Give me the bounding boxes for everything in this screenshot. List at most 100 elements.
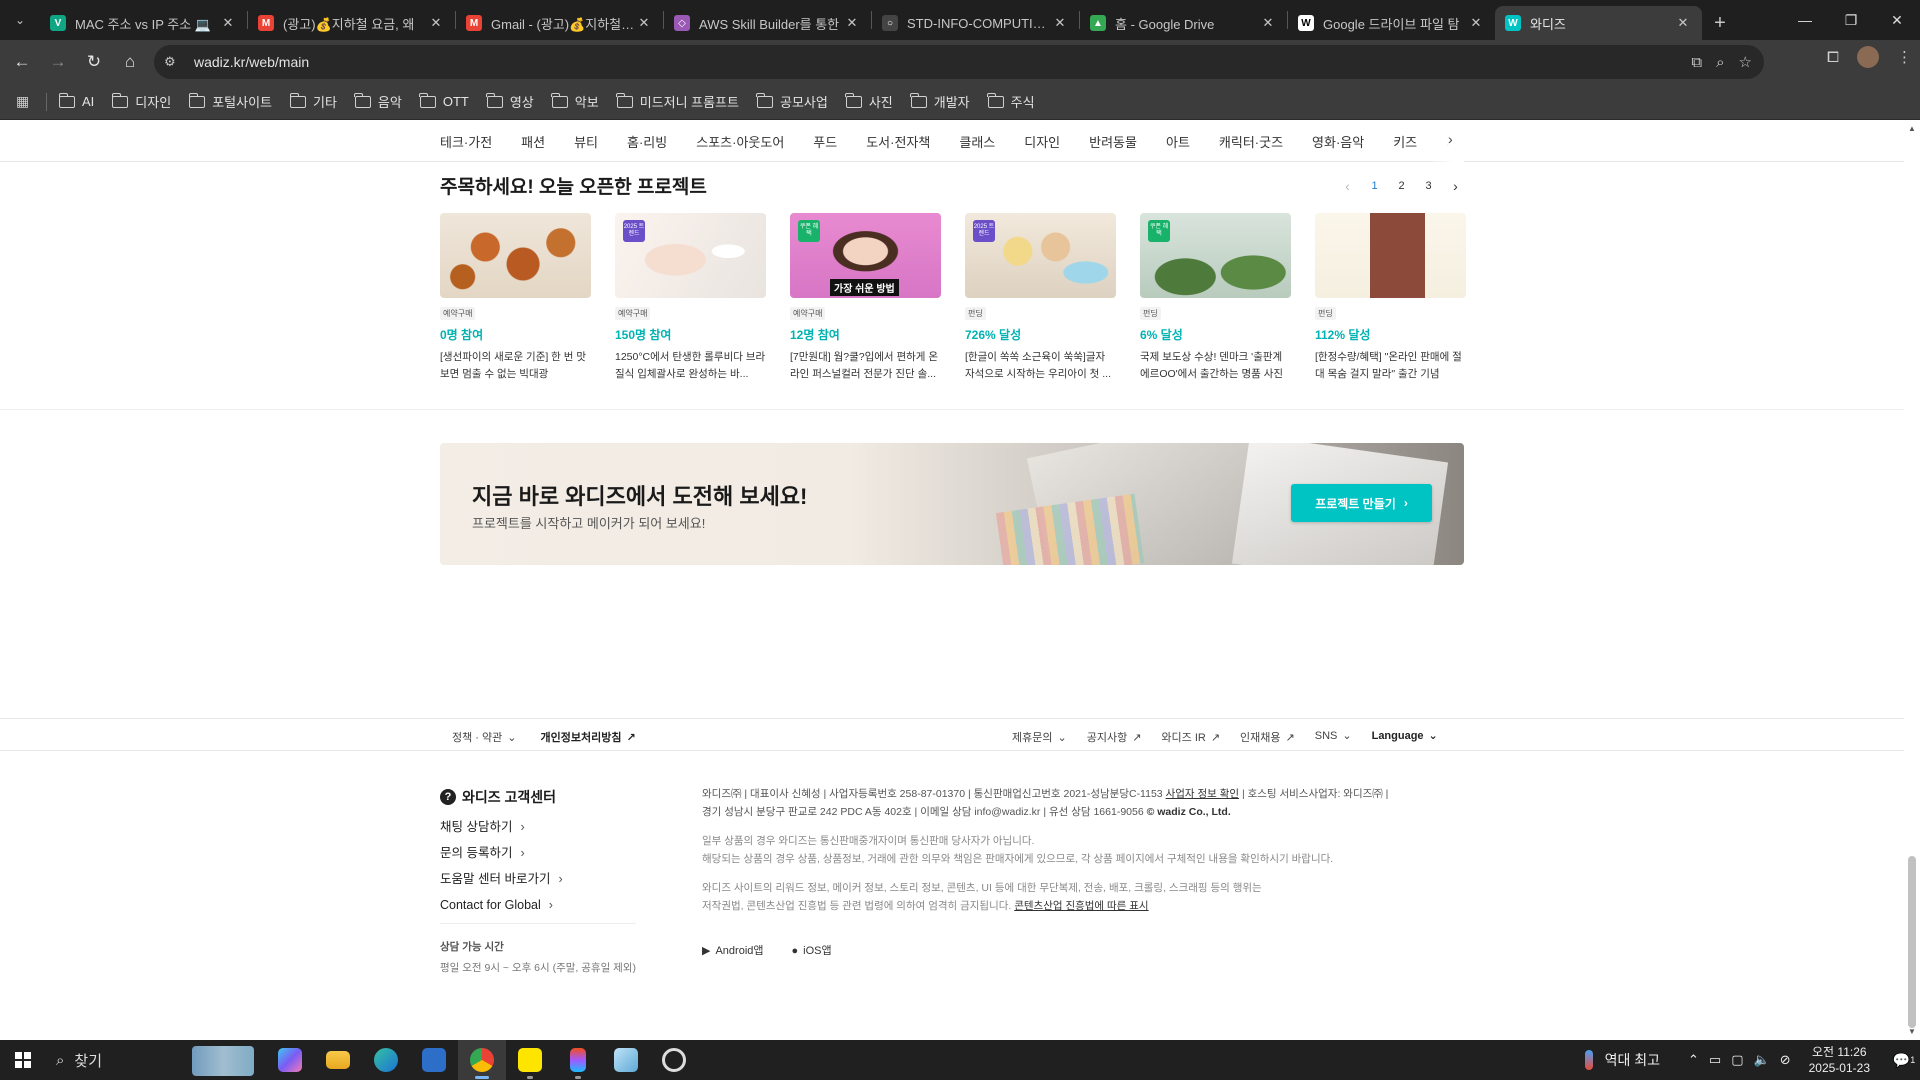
- bookmark-folder[interactable]: 개발자: [910, 92, 970, 111]
- pager-page[interactable]: 2: [1388, 180, 1415, 192]
- tab-close-icon[interactable]: ✕: [1467, 15, 1485, 31]
- page-scrollbar[interactable]: ▲ ▼: [1904, 120, 1920, 1040]
- project-card[interactable]: 예약구매 0명 참여 [생선파이의 새로운 기준] 한 번 맛보면 멈출 수 없…: [440, 213, 591, 383]
- category-item[interactable]: 클래스: [959, 132, 995, 151]
- category-item[interactable]: 테크·가전: [440, 132, 492, 151]
- category-item[interactable]: 영화·음악: [1312, 132, 1364, 151]
- browser-tab[interactable]: ○ STD-INFO-COMPUTING- ✕: [872, 6, 1079, 40]
- bookmark-folder[interactable]: 기타: [289, 92, 337, 111]
- weather-widget[interactable]: 역대 최고: [1584, 1050, 1660, 1070]
- pager-prev-icon[interactable]: ‹: [1334, 178, 1361, 194]
- category-item[interactable]: 반려동물: [1089, 132, 1137, 151]
- tab-close-icon[interactable]: ✕: [635, 15, 653, 31]
- pager-page[interactable]: 1: [1361, 180, 1388, 192]
- dnd-icon[interactable]: ⊘: [1780, 1052, 1791, 1068]
- footer-nav-item[interactable]: 공지사항 ↗: [1087, 729, 1142, 745]
- network-icon[interactable]: ▭: [1709, 1052, 1721, 1068]
- bookmark-folder[interactable]: 사진: [845, 92, 893, 111]
- scroll-down-icon[interactable]: ▼: [1908, 1027, 1916, 1036]
- reload-icon[interactable]: ↻: [76, 44, 112, 80]
- tab-close-icon[interactable]: ✕: [219, 15, 237, 31]
- home-icon[interactable]: ⌂: [112, 44, 148, 80]
- bookmark-folder[interactable]: 디자인: [111, 92, 171, 111]
- footer-nav-item[interactable]: 와디즈 IR ↗: [1161, 729, 1220, 745]
- extensions-icon[interactable]: ⧠: [1827, 49, 1839, 66]
- clock[interactable]: 오전 11:26 2025-01-23: [1809, 1044, 1870, 1076]
- support-link[interactable]: 도움말 센터 바로가기 ›: [440, 866, 563, 892]
- address-bar[interactable]: ⚙ wadiz.kr/web/main ⧉ ⌕ ☆: [154, 45, 1764, 79]
- file-explorer-app[interactable]: [314, 1040, 362, 1080]
- category-item[interactable]: 아트: [1166, 132, 1190, 151]
- bookmark-folder[interactable]: 포털사이트: [188, 92, 272, 111]
- tab-close-icon[interactable]: ✕: [1259, 15, 1277, 31]
- pager-page[interactable]: 3: [1415, 180, 1442, 192]
- apps-grid-icon[interactable]: ▦: [16, 93, 36, 110]
- bookmark-folder[interactable]: 영상: [486, 92, 534, 111]
- browser-tab[interactable]: M Gmail - (광고)💰지하철 요 ✕: [456, 6, 663, 40]
- browser-tab[interactable]: W Google 드라이브 파일 탐 ✕: [1288, 6, 1495, 40]
- footer-nav-item[interactable]: 제휴문의 ⌄: [1012, 729, 1067, 745]
- close-window-icon[interactable]: ✕: [1874, 0, 1920, 40]
- card-thumbnail[interactable]: [1315, 213, 1466, 298]
- card-thumbnail[interactable]: 쿠폰 혜택 가장 쉬운 방법: [790, 213, 941, 298]
- category-item[interactable]: 푸드: [813, 132, 837, 151]
- kakaotalk-app[interactable]: [506, 1040, 554, 1080]
- bookmark-folder[interactable]: AI: [58, 92, 94, 111]
- browser-tab[interactable]: ◇ AWS Skill Builder를 통한 ✕: [664, 6, 871, 40]
- display-icon[interactable]: ▢: [1731, 1052, 1743, 1068]
- tab-close-icon[interactable]: ✕: [1051, 15, 1069, 31]
- footer-nav-item[interactable]: 개인정보처리방침 ↗: [540, 729, 635, 745]
- notification-icon[interactable]: 💬 1: [1888, 1052, 1920, 1069]
- bookmark-folder[interactable]: 악보: [551, 92, 599, 111]
- notepad-app[interactable]: [602, 1040, 650, 1080]
- category-next-icon[interactable]: ›: [1448, 131, 1453, 147]
- tab-close-icon[interactable]: ✕: [843, 15, 861, 31]
- taskbar-search[interactable]: ⌕ 찾기: [46, 1040, 266, 1080]
- content-law-link[interactable]: 콘텐츠산업 진흥법에 따른 표시: [1014, 900, 1148, 912]
- minimize-icon[interactable]: —: [1782, 0, 1828, 40]
- category-item[interactable]: 디자인: [1024, 132, 1060, 151]
- store-app[interactable]: [410, 1040, 458, 1080]
- bookmark-folder[interactable]: 음악: [354, 92, 402, 111]
- menu-icon[interactable]: ⋮: [1897, 48, 1912, 66]
- figma-app[interactable]: [554, 1040, 602, 1080]
- chrome-app[interactable]: [458, 1040, 506, 1080]
- bookmark-star-icon[interactable]: ☆: [1739, 53, 1752, 71]
- category-item[interactable]: 홈·리빙: [627, 132, 667, 151]
- restore-icon[interactable]: ❐: [1828, 0, 1874, 40]
- footer-nav-item[interactable]: 인재채용 ↗: [1240, 729, 1295, 745]
- card-thumbnail[interactable]: [440, 213, 591, 298]
- create-project-button[interactable]: 프로젝트 만들기 ›: [1291, 484, 1432, 522]
- scrollbar-thumb[interactable]: [1908, 856, 1916, 1028]
- browser-tab[interactable]: V MAC 주소 vs IP 주소 💻 ✕: [40, 6, 247, 40]
- bookmark-folder[interactable]: 미드저니 프롬프트: [616, 92, 739, 111]
- footer-nav-item[interactable]: SNS ⌄: [1315, 729, 1352, 745]
- category-item[interactable]: 뷰티: [574, 132, 598, 151]
- profile-avatar[interactable]: [1857, 46, 1879, 68]
- category-item[interactable]: 도서·전자책: [866, 132, 930, 151]
- copilot-app[interactable]: [266, 1040, 314, 1080]
- card-thumbnail[interactable]: 쿠폰 혜택: [1140, 213, 1291, 298]
- support-link[interactable]: Contact for Global ›: [440, 892, 563, 918]
- project-card[interactable]: 2025 트렌드 예약구매 150명 참여 1250°C에서 탄생한 롤루비다 …: [615, 213, 766, 383]
- bookmark-folder[interactable]: OTT: [419, 92, 469, 111]
- project-card[interactable]: 쿠폰 혜택 가장 쉬운 방법 예약구매 12명 참여 [7만원대] 웜?쿨?입에서…: [790, 213, 941, 383]
- zoom-icon[interactable]: ⌕: [1716, 54, 1724, 71]
- tab-close-icon[interactable]: ✕: [1674, 15, 1692, 31]
- install-app-icon[interactable]: ⧉: [1691, 54, 1702, 71]
- chevron-up-icon[interactable]: ⌃: [1688, 1052, 1699, 1068]
- support-link[interactable]: 문의 등록하기 ›: [440, 840, 563, 866]
- card-thumbnail[interactable]: 2025 트렌드: [615, 213, 766, 298]
- support-link[interactable]: 채팅 상담하기 ›: [440, 814, 563, 840]
- site-info-icon[interactable]: ⚙: [164, 54, 188, 70]
- android-app-link[interactable]: ▶ Android앱: [702, 942, 764, 958]
- start-button[interactable]: [0, 1040, 46, 1080]
- maker-banner[interactable]: 지금 바로 와디즈에서 도전해 보세요! 프로젝트를 시작하고 메이커가 되어 …: [440, 443, 1464, 565]
- project-card[interactable]: 쿠폰 혜택 펀딩 6% 달성 국제 보도상 수상! 덴마크 '출판계 에르OO'…: [1140, 213, 1291, 383]
- project-card[interactable]: 2025 트렌드 펀딩 726% 달성 [한글이 쏙쏙 소근육이 쑥쑥]글자 자…: [965, 213, 1116, 383]
- ios-app-link[interactable]: ● iOS앱: [792, 942, 832, 958]
- bookmark-folder[interactable]: 주식: [987, 92, 1035, 111]
- volume-icon[interactable]: 🔈: [1754, 1052, 1770, 1068]
- scroll-up-icon[interactable]: ▲: [1908, 124, 1916, 133]
- browser-tab[interactable]: M (광고)💰지하철 요금, 왜 ✕: [248, 6, 455, 40]
